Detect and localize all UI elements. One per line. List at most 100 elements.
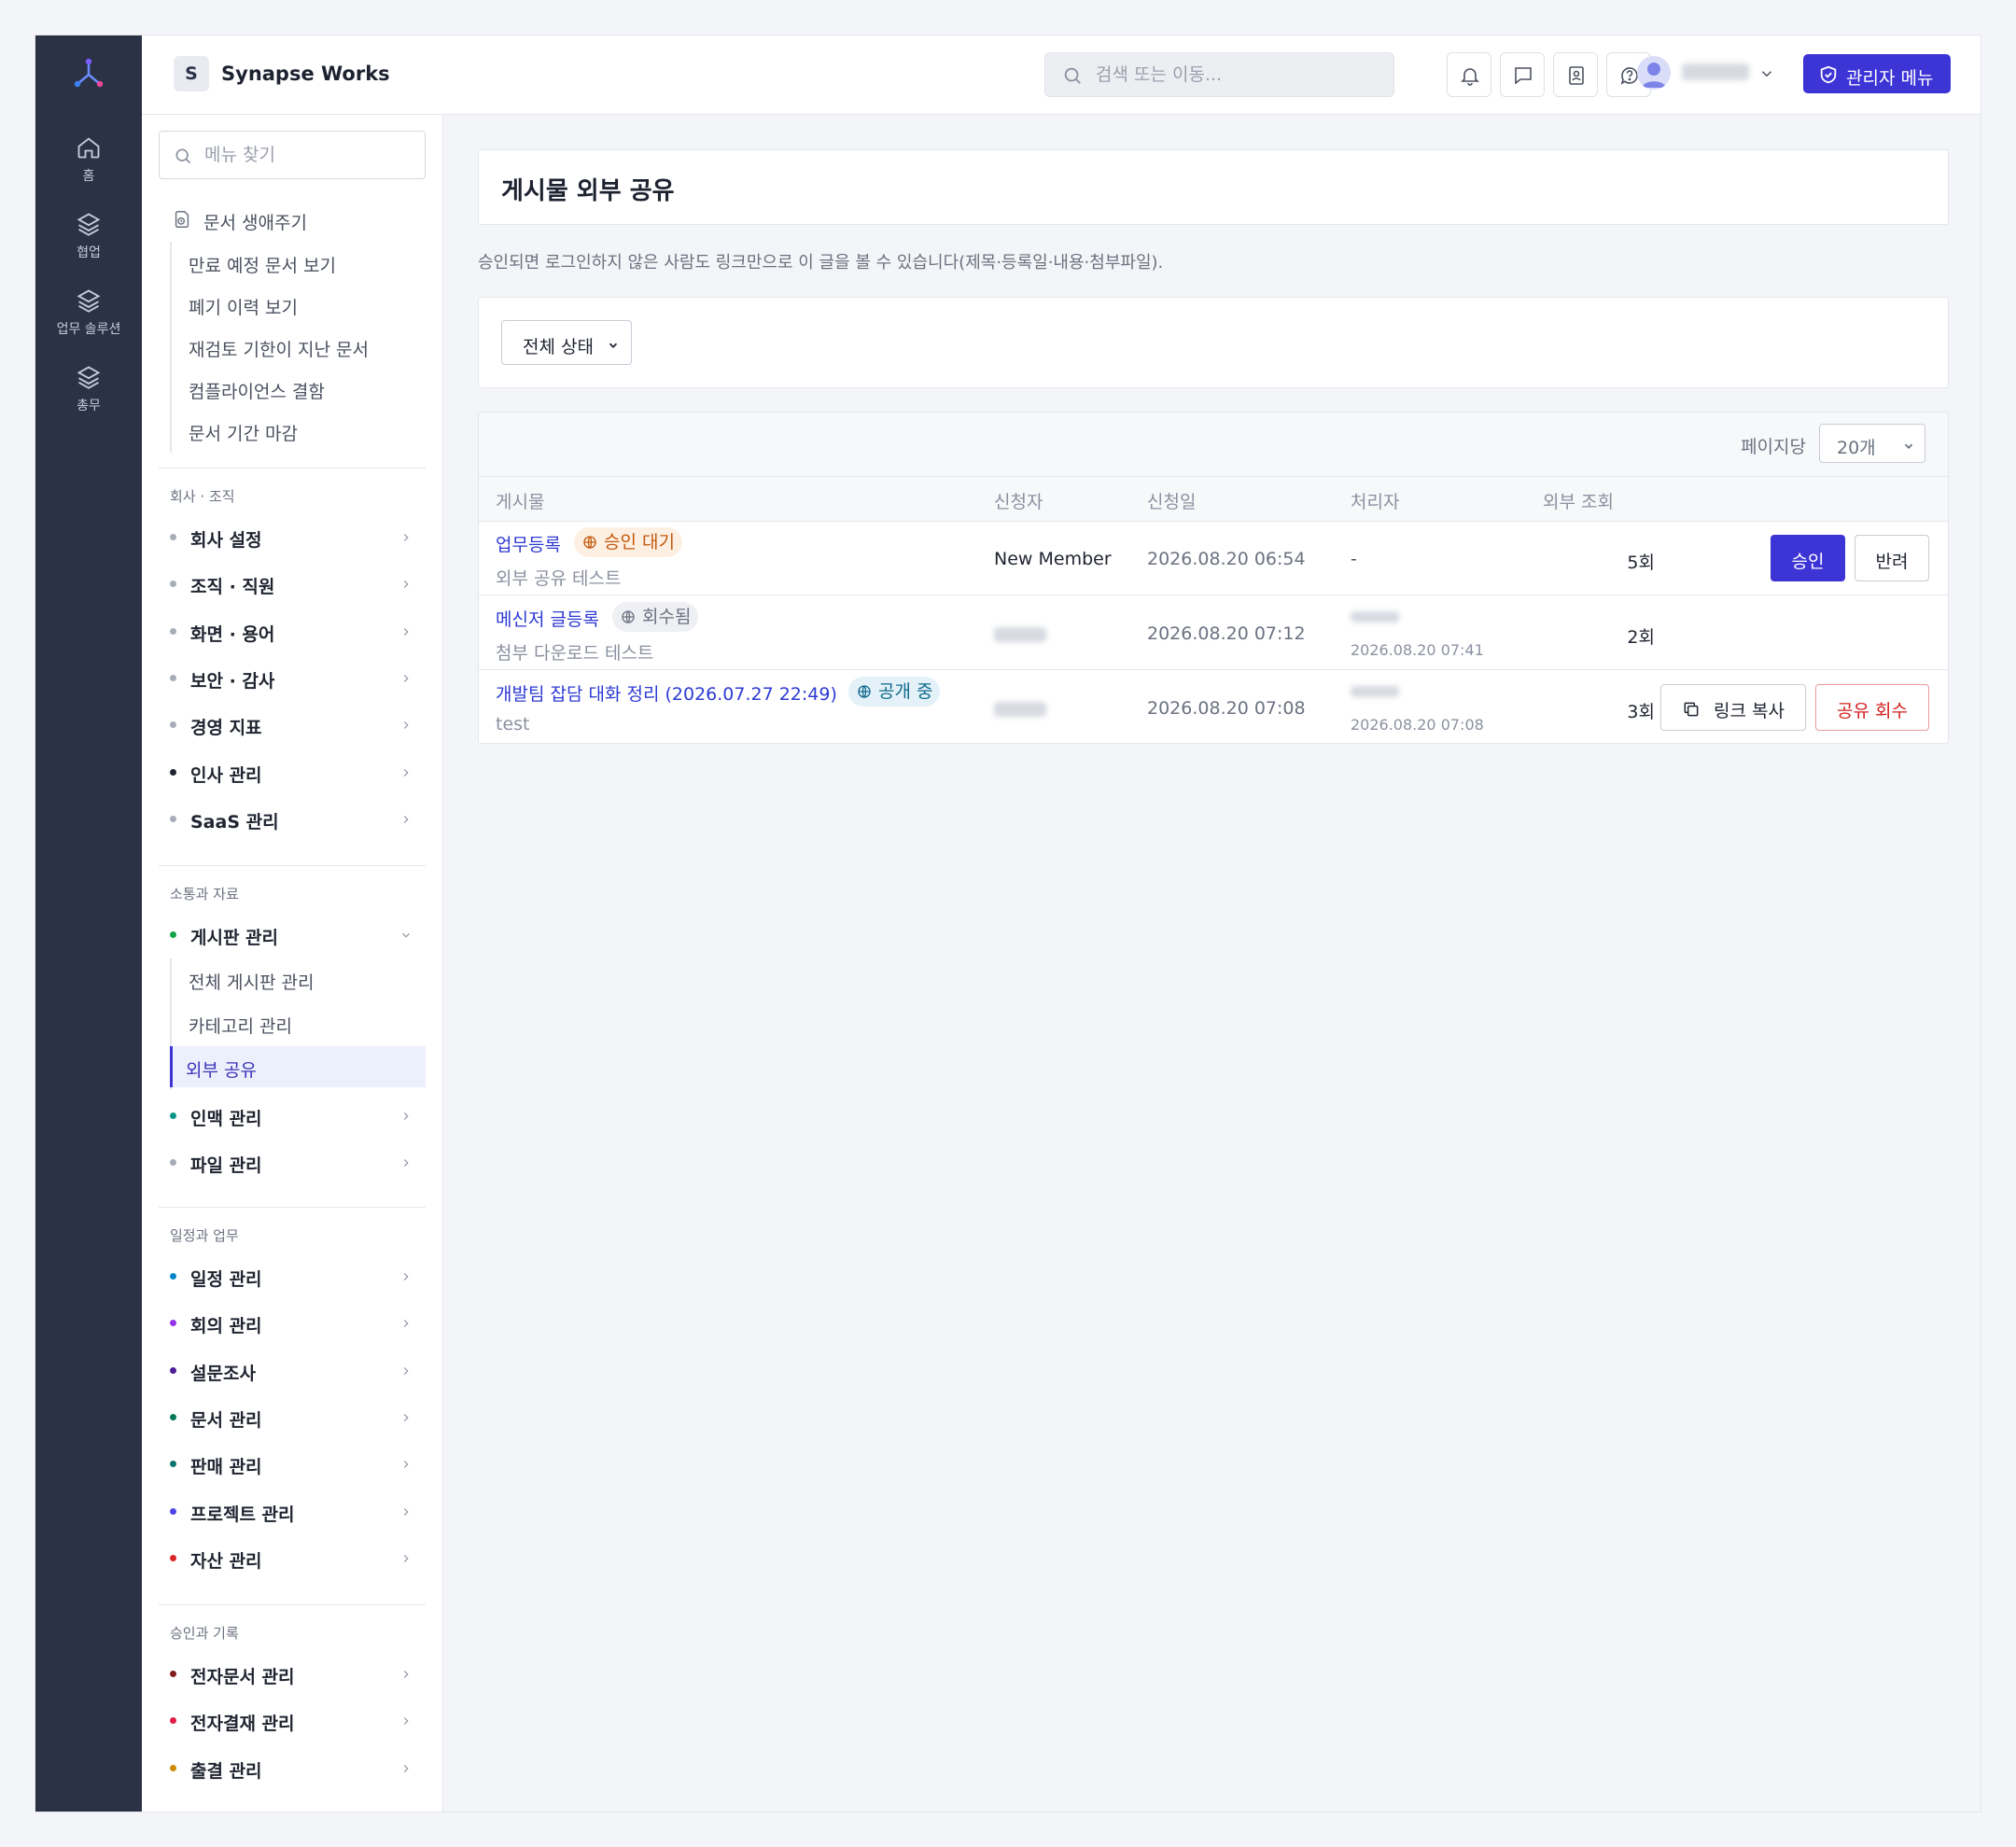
sidebar-item-label: 문서 생애주기: [203, 213, 307, 233]
post-title-link[interactable]: 개발팀 잡담 대화 정리 (2026.07.27 22:49): [496, 680, 837, 706]
sidebar-item[interactable]: 프로젝트 관리: [159, 1492, 426, 1530]
bell-icon: [1461, 68, 1479, 86]
processor-name-redacted: [1351, 686, 1399, 697]
user-avatar[interactable]: [1637, 56, 1671, 90]
messages-button[interactable]: [1500, 52, 1545, 97]
status-dot: [170, 1273, 176, 1280]
sidebar-item-label: 자산 관리: [190, 1550, 262, 1572]
status-filter-select[interactable]: 전체 상태: [501, 320, 632, 365]
sidebar-item[interactable]: 전자문서 관리: [159, 1655, 426, 1692]
reject-button[interactable]: 반려: [1855, 535, 1929, 581]
chevron-right-icon: [403, 721, 409, 730]
post-title-link[interactable]: 업무등록: [496, 531, 561, 556]
sidebar-subitem-disposal-history[interactable]: 폐기 이력 보기: [170, 284, 426, 325]
rail-item-collab[interactable]: 협업: [35, 211, 142, 261]
sidebar-item[interactable]: 경영 지표: [159, 706, 426, 743]
sidebar-item[interactable]: 조직 · 직원: [159, 565, 426, 602]
sidebar-subitem-category-management[interactable]: 카테고리 관리: [170, 1002, 426, 1043]
chevron-down-icon: [402, 932, 410, 938]
sidebar-subitem-expiring-docs[interactable]: 만료 예정 문서 보기: [170, 242, 426, 283]
status-dot: [170, 1413, 176, 1420]
sidebar-item[interactable]: 인사 관리: [159, 753, 426, 791]
divider: [159, 468, 426, 469]
sidebar-subitem-doc-period-close[interactable]: 문서 기간 마감: [170, 410, 426, 451]
chevron-right-icon: [403, 1273, 409, 1280]
workspace-badge[interactable]: S: [174, 56, 209, 91]
sidebar-subitem-all-boards[interactable]: 전체 게시판 관리: [170, 958, 426, 1000]
copy-link-button[interactable]: 링크 복사: [1660, 684, 1806, 731]
chevron-right-icon: [403, 534, 409, 541]
app-logo-icon[interactable]: [70, 56, 107, 93]
chevron-down-icon[interactable]: [1758, 65, 1775, 82]
layers-icon: [77, 213, 101, 236]
sidebar-subitem-overdue-review[interactable]: 재검토 기한이 지난 문서: [170, 326, 426, 367]
chevron-right-icon: [403, 1671, 409, 1678]
chevron-down-icon: [609, 343, 618, 348]
approve-button[interactable]: 승인: [1771, 535, 1845, 581]
status-dot: [170, 1320, 176, 1327]
column-header-post: 게시물: [496, 492, 545, 512]
menu-search[interactable]: [159, 131, 426, 179]
sidebar-item[interactable]: 일정 관리: [159, 1257, 426, 1294]
status-dot: [170, 1366, 176, 1374]
globe-icon: [858, 685, 871, 698]
top-bar: S Synapse Works 관리자 메뉴: [142, 35, 1981, 115]
chat-icon: [1515, 67, 1532, 85]
external-views: 5회: [1627, 553, 1655, 573]
sidebar-item-network-management[interactable]: 인맥 관리: [159, 1097, 426, 1134]
sidebar-item[interactable]: 화면 · 용어: [159, 612, 426, 650]
main-content: 게시물 외부 공유 승인되면 로그인하지 않은 사람도 링크만으로 이 글을 볼…: [443, 115, 1981, 1812]
processed-at: 2026.08.20 07:08: [1351, 716, 1484, 734]
sidebar-item[interactable]: 판매 관리: [159, 1445, 426, 1482]
table-toolbar: 페이지당 20개: [479, 413, 1948, 477]
post-title-link[interactable]: 메신저 글등록: [496, 606, 599, 631]
section-heading: 승인과 기록: [170, 1625, 239, 1642]
sidebar-item[interactable]: 회사 설정: [159, 518, 426, 555]
chevron-right-icon: [403, 1764, 409, 1772]
sidebar-subitem-label: 외부 공유: [186, 1060, 257, 1081]
approve-button-label: 승인: [1791, 552, 1825, 572]
sidebar-subitem-compliance-defects[interactable]: 컴플라이언스 결함: [170, 368, 426, 409]
user-name-redacted[interactable]: [1682, 63, 1749, 80]
revoke-share-label: 공유 회수: [1837, 701, 1908, 721]
per-page-value: 20개: [1837, 438, 1876, 458]
notifications-button[interactable]: [1447, 52, 1491, 97]
sidebar-item-document-lifecycle[interactable]: 문서 생애주기: [172, 201, 433, 238]
sidebar-item[interactable]: 전자결재 관리: [159, 1701, 426, 1739]
global-search-input[interactable]: [1096, 53, 1376, 96]
admin-menu-button[interactable]: 관리자 메뉴: [1803, 54, 1951, 93]
sidebar-item[interactable]: SaaS 관리: [159, 800, 426, 837]
admin-menu-label: 관리자 메뉴: [1846, 68, 1934, 89]
page-title: 게시물 외부 공유: [501, 177, 675, 205]
rail-item-home[interactable]: 홈: [35, 134, 142, 185]
global-search[interactable]: [1044, 52, 1394, 97]
sidebar-subitem-external-share[interactable]: 외부 공유: [170, 1046, 426, 1087]
requested-at: 2026.08.20 07:12: [1147, 623, 1306, 644]
page-header-card: 게시물 외부 공유: [478, 149, 1949, 225]
revoke-share-button[interactable]: 공유 회수: [1815, 684, 1929, 731]
menu-search-input[interactable]: [204, 132, 410, 178]
sidebar-item[interactable]: 설문조사: [159, 1351, 426, 1389]
sidebar-item[interactable]: 출결 관리: [159, 1749, 426, 1786]
rail-item-general-affairs[interactable]: 총무: [35, 364, 142, 414]
workspace-name[interactable]: Synapse Works: [221, 63, 390, 85]
column-header-requester: 신청자: [994, 492, 1043, 512]
sidebar-item-label: 문서 관리: [190, 1409, 262, 1431]
sidebar-item-label: SaaS 관리: [190, 811, 279, 833]
sidebar-item-label: 보안 · 감사: [190, 670, 275, 692]
search-icon: [1064, 67, 1081, 84]
sidebar-item-file-management[interactable]: 파일 관리: [159, 1143, 426, 1181]
contacts-button[interactable]: [1553, 52, 1598, 97]
sidebar-item-board-management[interactable]: 게시판 관리: [159, 916, 426, 953]
chevron-right-icon: [403, 1554, 409, 1562]
layers-icon: [77, 289, 101, 313]
sidebar-item[interactable]: 보안 · 감사: [159, 659, 426, 696]
chevron-right-icon: [403, 1366, 409, 1375]
sidebar-item-label: 전자결재 관리: [190, 1714, 295, 1735]
per-page-select[interactable]: 20개: [1819, 424, 1925, 463]
rail-item-work-solution[interactable]: 업무 솔루션: [35, 287, 142, 338]
divider: [159, 865, 426, 866]
sidebar-item[interactable]: 회의 관리: [159, 1304, 426, 1341]
sidebar-item[interactable]: 자산 관리: [159, 1539, 426, 1576]
sidebar-item[interactable]: 문서 관리: [159, 1398, 426, 1435]
